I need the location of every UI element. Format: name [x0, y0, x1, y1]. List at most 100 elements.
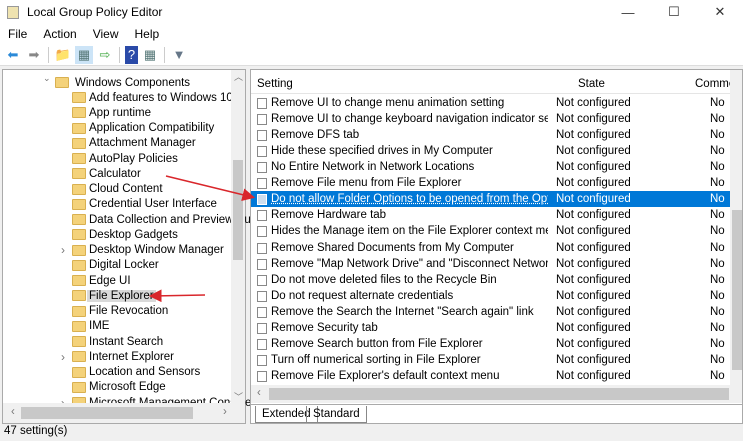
- table-row[interactable]: Do not move deleted files to the Recycle…: [251, 272, 731, 288]
- minimize-button[interactable]: —: [605, 0, 651, 24]
- table-row[interactable]: Remove "Map Network Drive" and "Disconne…: [251, 256, 731, 272]
- status-bar: 47 setting(s): [0, 425, 743, 441]
- policy-setting-icon: [257, 338, 267, 350]
- table-row[interactable]: Remove Hardware tab Not configured No: [251, 207, 731, 223]
- setting-name: Do not request alternate credentials: [271, 289, 454, 302]
- list-horizontal-scrollbar[interactable]: ‹: [251, 385, 742, 403]
- table-row[interactable]: Hide these specified drives in My Comput…: [251, 143, 731, 159]
- view-tabs: Extended Standard: [251, 404, 742, 423]
- maximize-button[interactable]: ☐: [651, 0, 697, 24]
- tree-item[interactable]: Digital Locker: [3, 258, 231, 273]
- tree-item[interactable]: File Revocation: [3, 304, 231, 319]
- tree-item[interactable]: Credential User Interface: [3, 197, 231, 212]
- tree-item[interactable]: Instant Search: [3, 334, 231, 349]
- tree-item-label: File Explorer: [87, 289, 156, 302]
- back-icon[interactable]: ⬅: [4, 46, 22, 64]
- action-pane-icon[interactable]: ▦: [141, 46, 159, 64]
- forward-icon[interactable]: ➡: [25, 46, 43, 64]
- close-button[interactable]: ✕: [697, 0, 743, 24]
- tree-item[interactable]: Edge UI: [3, 273, 231, 288]
- help-icon[interactable]: ?: [125, 45, 138, 64]
- table-row[interactable]: Do not allow Folder Options to be opened…: [251, 191, 731, 208]
- menu-view[interactable]: View: [85, 27, 127, 41]
- tree-item[interactable]: Location and Sensors: [3, 365, 231, 380]
- table-row[interactable]: No Entire Network in Network Locations No…: [251, 159, 731, 175]
- tree-item-label: Application Compatibility: [89, 122, 215, 134]
- table-row[interactable]: Remove File Explorer's default context m…: [251, 368, 731, 384]
- table-row[interactable]: Remove UI to change menu animation setti…: [251, 95, 731, 111]
- setting-state: Not configured: [556, 97, 631, 109]
- table-row[interactable]: Remove Search button from File Explorer N…: [251, 336, 731, 352]
- tree-item[interactable]: › Internet Explorer: [3, 349, 231, 364]
- tree-item[interactable]: Add features to Windows 10: [3, 90, 233, 105]
- menu-action[interactable]: Action: [35, 27, 84, 41]
- policy-setting-icon: [257, 114, 267, 126]
- tree-item[interactable]: Cloud Content: [3, 182, 231, 197]
- column-setting[interactable]: Setting: [257, 78, 293, 90]
- tree-item-label: Edge UI: [89, 274, 131, 287]
- menu-file[interactable]: File: [0, 27, 35, 41]
- folder-icon: [72, 290, 86, 302]
- app-icon: [7, 5, 19, 19]
- table-row[interactable]: Remove the Search the Internet "Search a…: [251, 304, 731, 320]
- tree-item-label: Digital Locker: [89, 259, 159, 272]
- tab-standard[interactable]: Standard: [306, 406, 367, 423]
- column-state[interactable]: State: [578, 78, 605, 90]
- table-row[interactable]: Hides the Manage item on the File Explor…: [251, 223, 731, 239]
- table-row[interactable]: Remove File menu from File Explorer Not c…: [251, 175, 731, 191]
- tree-item[interactable]: File Explorer: [3, 288, 231, 303]
- folder-icon: [72, 137, 86, 149]
- table-row[interactable]: Do not request alternate credentials Not …: [251, 288, 731, 304]
- list-vertical-scrollbar[interactable]: [730, 70, 742, 385]
- setting-state: Not configured: [556, 177, 631, 190]
- setting-state: Not configured: [556, 193, 631, 206]
- policy-setting-icon: [257, 98, 267, 109]
- expand-chevron-icon[interactable]: ⌄: [43, 73, 51, 84]
- setting-state: Not configured: [556, 289, 631, 302]
- table-row[interactable]: Remove Security tab Not configured No: [251, 320, 731, 336]
- toolbar: ⬅ ➡ 📁 ▦ ⇨ ? ▦ ▼: [0, 44, 743, 66]
- tree-item[interactable]: App runtime: [3, 105, 231, 120]
- table-row[interactable]: Turn off numerical sorting in File Explo…: [251, 352, 731, 368]
- setting-state: Not configured: [556, 353, 631, 366]
- folder-icon: [72, 336, 86, 347]
- expand-arrow-icon[interactable]: ›: [61, 243, 65, 257]
- setting-state: Not configured: [556, 370, 631, 383]
- setting-name: Remove UI to change menu animation setti…: [271, 97, 505, 109]
- table-row[interactable]: Remove DFS tab Not configured No: [251, 127, 731, 143]
- tree-item[interactable]: Application Compatibility: [3, 121, 231, 136]
- menu-help[interactable]: Help: [127, 27, 168, 41]
- tree-item[interactable]: Desktop Gadgets: [3, 227, 231, 242]
- setting-comment: No: [710, 129, 725, 142]
- policy-setting-icon: [257, 162, 267, 174]
- show-hide-tree-icon[interactable]: ▦: [75, 45, 93, 64]
- tree-item[interactable]: › Desktop Window Manager: [3, 243, 231, 258]
- setting-comment: No: [710, 145, 725, 158]
- table-row[interactable]: Remove UI to change keyboard navigation …: [251, 111, 731, 127]
- tree-item[interactable]: Microsoft Edge: [3, 380, 231, 395]
- tree-item-label: AutoPlay Policies: [89, 152, 178, 165]
- filter-icon[interactable]: ▼: [170, 46, 188, 64]
- export-icon[interactable]: ⇨: [96, 46, 114, 64]
- tree-item-windows-components[interactable]: ⌄ Windows Components: [3, 73, 231, 90]
- setting-name: Remove Search button from File Explorer: [271, 337, 483, 350]
- table-row[interactable]: Remove Shared Documents from My Computer…: [251, 240, 731, 256]
- setting-comment: No: [710, 193, 725, 206]
- up-folder-icon[interactable]: 📁: [54, 46, 72, 64]
- folder-icon: [72, 229, 86, 241]
- setting-name: No Entire Network in Network Locations: [271, 161, 475, 174]
- tree-item[interactable]: AutoPlay Policies: [3, 151, 231, 166]
- policy-setting-icon: [257, 178, 267, 190]
- policy-setting-icon: [257, 258, 267, 270]
- tree-item[interactable]: Data Collection and Preview Builds: [3, 212, 268, 227]
- tree-item[interactable]: IME: [3, 319, 231, 334]
- tree-horizontal-scrollbar[interactable]: ‹ ›: [3, 403, 245, 423]
- setting-comment: No: [710, 241, 725, 254]
- folder-icon: [72, 381, 86, 393]
- setting-name: Remove File Explorer's default context m…: [271, 370, 500, 383]
- setting-name: Hides the Manage item on the File Explor…: [271, 225, 548, 238]
- tree-item[interactable]: Calculator: [3, 166, 231, 181]
- expand-arrow-icon[interactable]: ›: [61, 350, 65, 364]
- tree-vertical-scrollbar[interactable]: ︿ ﹀: [231, 70, 245, 403]
- tree-item[interactable]: Attachment Manager: [3, 136, 231, 151]
